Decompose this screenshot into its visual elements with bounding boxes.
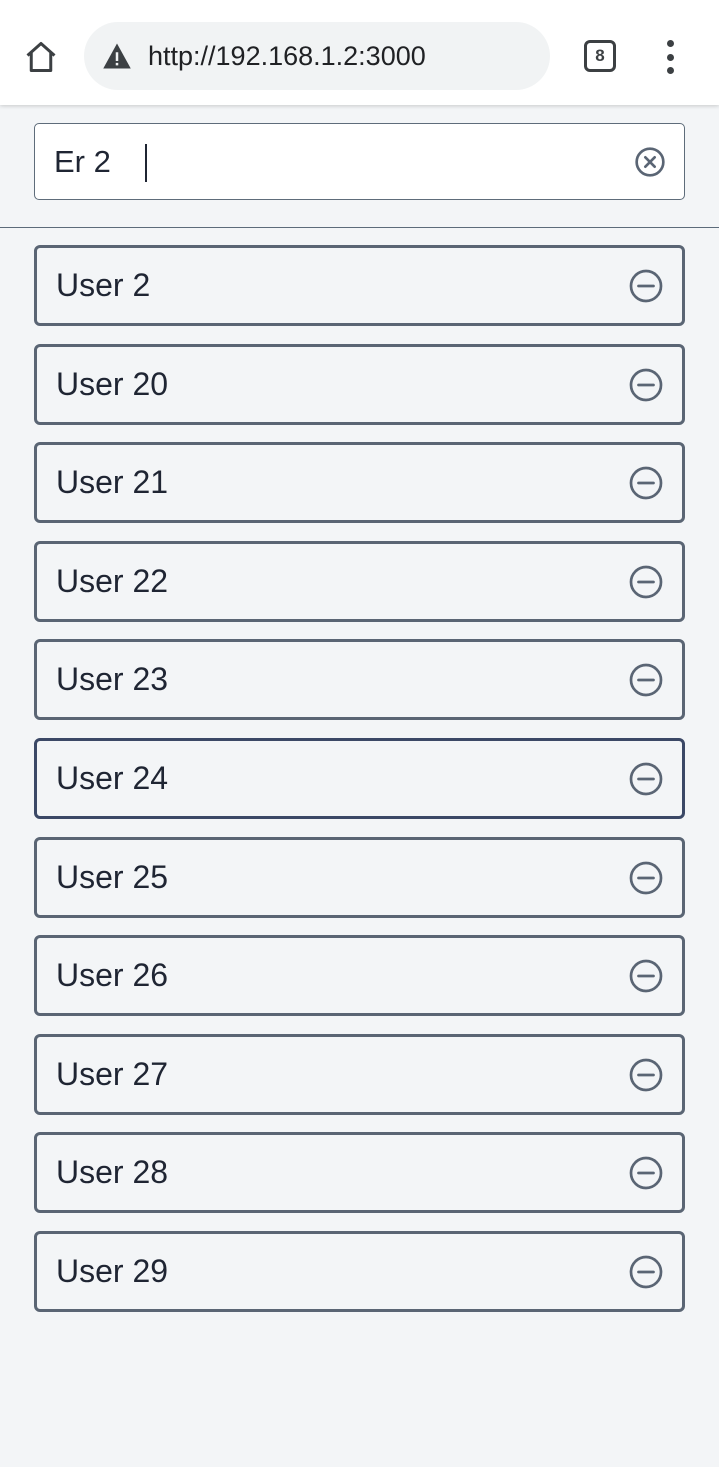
more-vert-icon[interactable] <box>654 36 686 78</box>
browser-toolbar: http://192.168.1.2:3000 8 <box>0 0 719 105</box>
minus-circle-icon <box>629 1058 663 1092</box>
remove-user-button[interactable] <box>628 761 664 797</box>
remove-user-button[interactable] <box>628 1057 664 1093</box>
user-label: User 24 <box>56 759 169 796</box>
remove-user-button[interactable] <box>628 860 664 896</box>
minus-circle-icon <box>629 762 663 796</box>
user-label: User 29 <box>56 1252 169 1289</box>
tab-switcher-button[interactable]: 8 <box>584 40 616 72</box>
user-label: User 21 <box>56 464 169 501</box>
remove-user-button[interactable] <box>628 367 664 403</box>
text-caret <box>145 144 147 182</box>
search-input[interactable] <box>35 124 684 199</box>
minus-circle-icon <box>629 565 663 599</box>
clear-search-button[interactable] <box>634 146 666 178</box>
remove-user-button[interactable] <box>628 268 664 304</box>
remove-user-button[interactable] <box>628 1155 664 1191</box>
remove-user-button[interactable] <box>628 1254 664 1290</box>
list-item[interactable]: User 27 <box>34 1033 685 1115</box>
list-item[interactable]: User 25 <box>34 836 685 918</box>
user-label: User 26 <box>56 957 169 994</box>
remove-user-button[interactable] <box>628 564 664 600</box>
user-label: User 23 <box>56 661 169 698</box>
remove-user-button[interactable] <box>628 958 664 994</box>
warning-icon[interactable] <box>102 40 134 72</box>
user-list: User 2 User 20 User 21 User 22 User 23 User 2… <box>34 245 685 1330</box>
search-area <box>0 105 719 228</box>
minus-circle-icon <box>629 959 663 993</box>
minus-circle-icon <box>629 664 663 697</box>
list-item[interactable]: User 23 <box>34 639 685 721</box>
search-box <box>34 123 685 200</box>
list-item[interactable]: User 26 <box>34 935 685 1017</box>
user-label: User 25 <box>56 858 169 895</box>
url-text: http://192.168.1.2:3000 <box>148 40 426 71</box>
user-label: User 27 <box>56 1055 169 1092</box>
list-item[interactable]: User 21 <box>34 442 685 524</box>
user-label: User 2 <box>56 267 151 303</box>
minus-circle-icon <box>629 368 663 401</box>
minus-circle-icon <box>629 466 663 500</box>
minus-circle-icon <box>629 861 663 894</box>
remove-user-button[interactable] <box>628 465 664 501</box>
user-label: User 22 <box>56 562 169 599</box>
home-icon <box>26 42 56 72</box>
list-item[interactable]: User 24 <box>34 737 685 819</box>
home-button[interactable] <box>20 36 62 78</box>
address-bar[interactable]: http://192.168.1.2:3000 <box>84 22 550 90</box>
list-item[interactable]: User 29 <box>34 1230 685 1312</box>
list-item[interactable]: User 2 <box>34 245 685 326</box>
minus-circle-icon <box>629 1156 663 1190</box>
list-item[interactable]: User 22 <box>34 540 685 622</box>
minus-circle-icon <box>629 1255 663 1289</box>
user-label: User 20 <box>56 365 169 402</box>
list-item[interactable]: User 20 <box>34 343 685 425</box>
remove-user-button[interactable] <box>628 662 664 698</box>
user-label: User 28 <box>56 1154 169 1191</box>
clear-circle-x-icon <box>635 147 665 177</box>
list-item[interactable]: User 28 <box>34 1132 685 1214</box>
minus-circle-icon <box>629 269 663 303</box>
